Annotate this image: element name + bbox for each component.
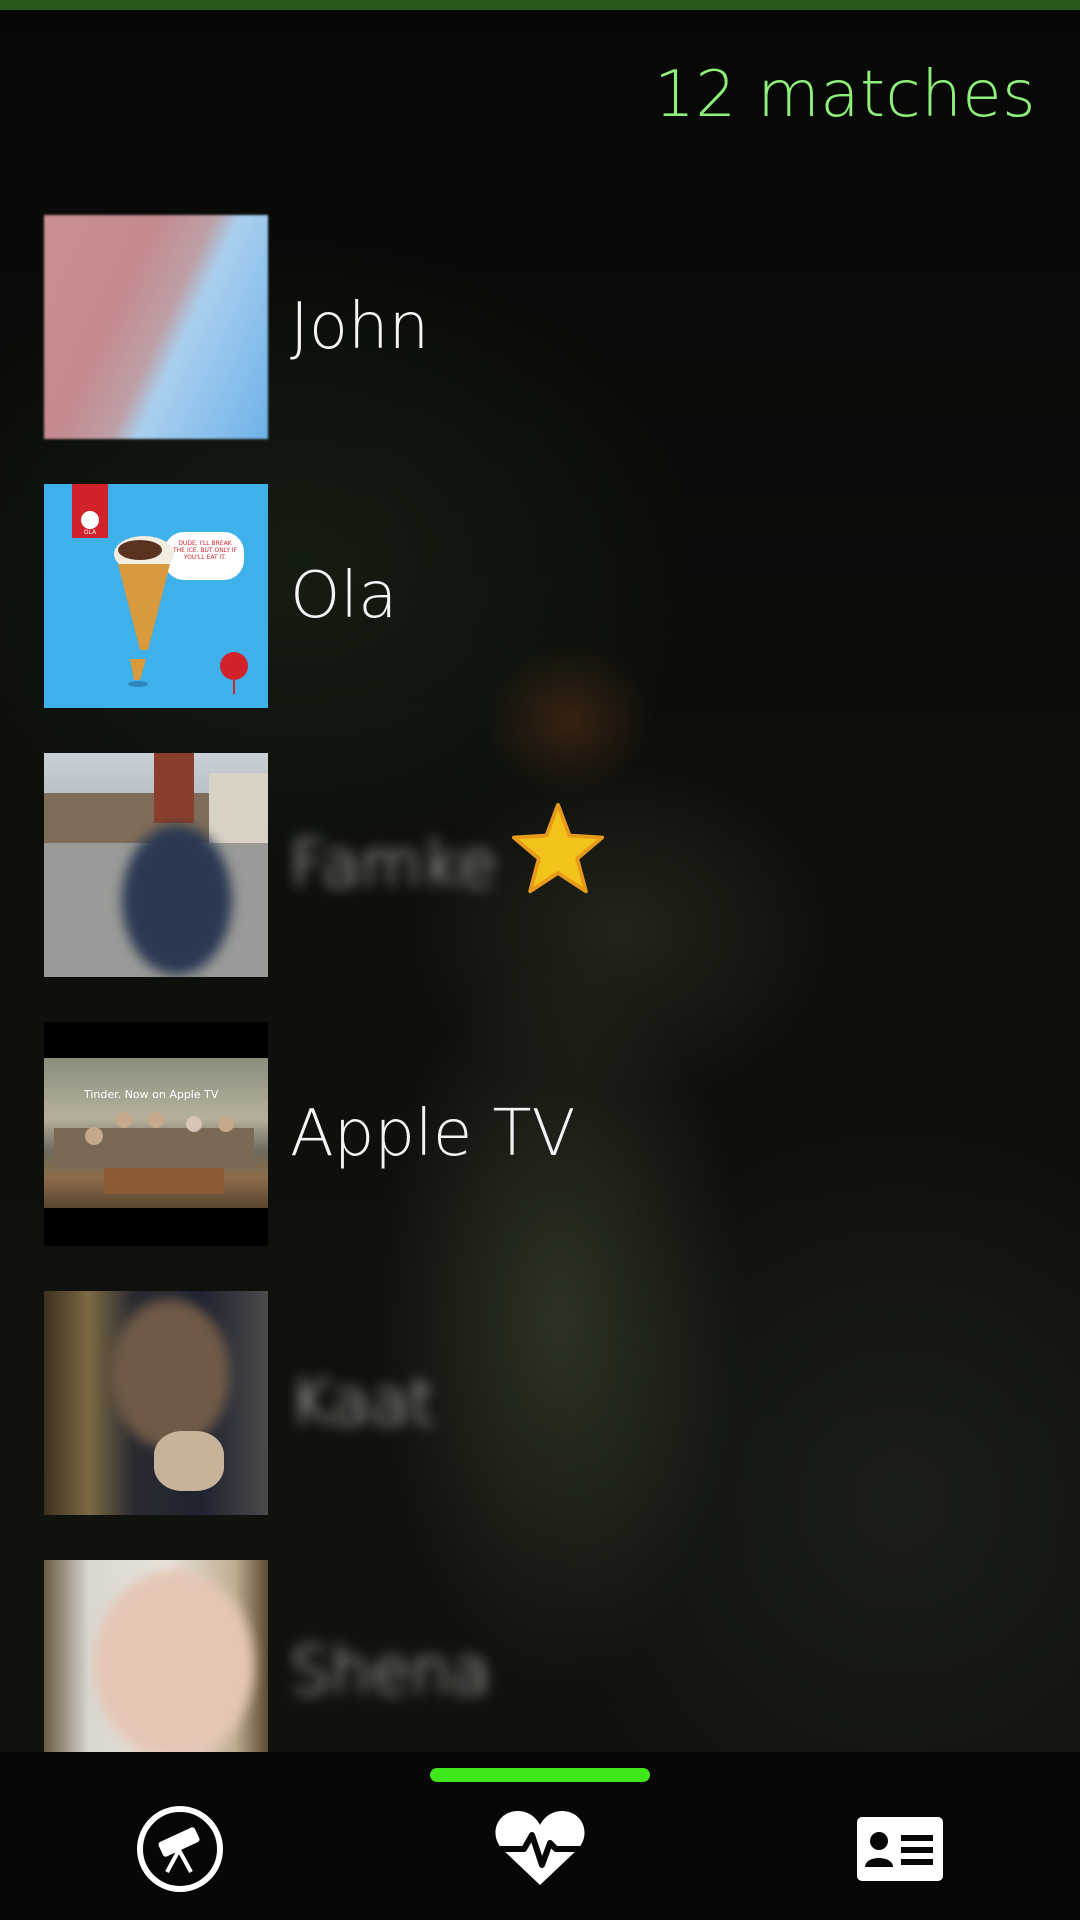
heart-pulse-icon [495,1811,585,1885]
match-row-apple-tv[interactable]: Tinder. Now on Apple TV Apple TV [0,1022,1080,1246]
blurred-face [94,1570,254,1752]
active-tab-indicator [430,1768,650,1782]
match-row-kaat[interactable]: Kaat [0,1291,1080,1515]
ola-logo-text: OLA [84,529,97,536]
match-name: Shena [290,1635,491,1709]
nav-discover-button[interactable] [125,1794,235,1904]
nav-matches-button[interactable] [485,1794,595,1904]
ola-bubble-text: DUDE, I'LL BREAK THE ICE. BUT ONLY IF YO… [172,540,238,561]
blurred-face [110,1299,230,1449]
match-photo [44,1560,268,1752]
cat-shape [154,1431,224,1491]
bottom-nav [0,1752,1080,1920]
apple-tv-ad-image: Tinder. Now on Apple TV [44,1058,268,1208]
match-photo: OLA DUDE, I'LL BREAK THE ICE. BUT ONLY I… [44,484,268,708]
match-photo [44,1291,268,1515]
nav-profile-button[interactable] [845,1794,955,1904]
match-row-famke[interactable]: Famke [0,753,1080,977]
ola-ad-image: OLA DUDE, I'LL BREAK THE ICE. BUT ONLY I… [72,484,248,694]
match-photo [44,753,268,977]
match-count: 12 matches [654,58,1036,132]
blurred-face [122,825,232,975]
match-photo: Tinder. Now on Apple TV [44,1022,268,1246]
star-icon [511,802,605,894]
profile-card-icon [857,1817,943,1881]
match-row-john[interactable]: John [0,215,1080,439]
telescope-icon [137,1806,223,1892]
matches-list[interactable]: 12 matches John OLA DUDE, I'LL BREAK THE… [0,0,1080,1752]
match-name: Apple TV [290,1097,576,1171]
match-photo [44,215,268,439]
match-row-ola[interactable]: OLA DUDE, I'LL BREAK THE ICE. BUT ONLY I… [0,484,1080,708]
match-name: John [290,290,430,364]
match-name: Ola [290,559,398,633]
match-name: Famke [290,828,497,902]
match-name: Kaat [290,1366,435,1440]
match-row-shena[interactable]: Shena [0,1560,1080,1752]
